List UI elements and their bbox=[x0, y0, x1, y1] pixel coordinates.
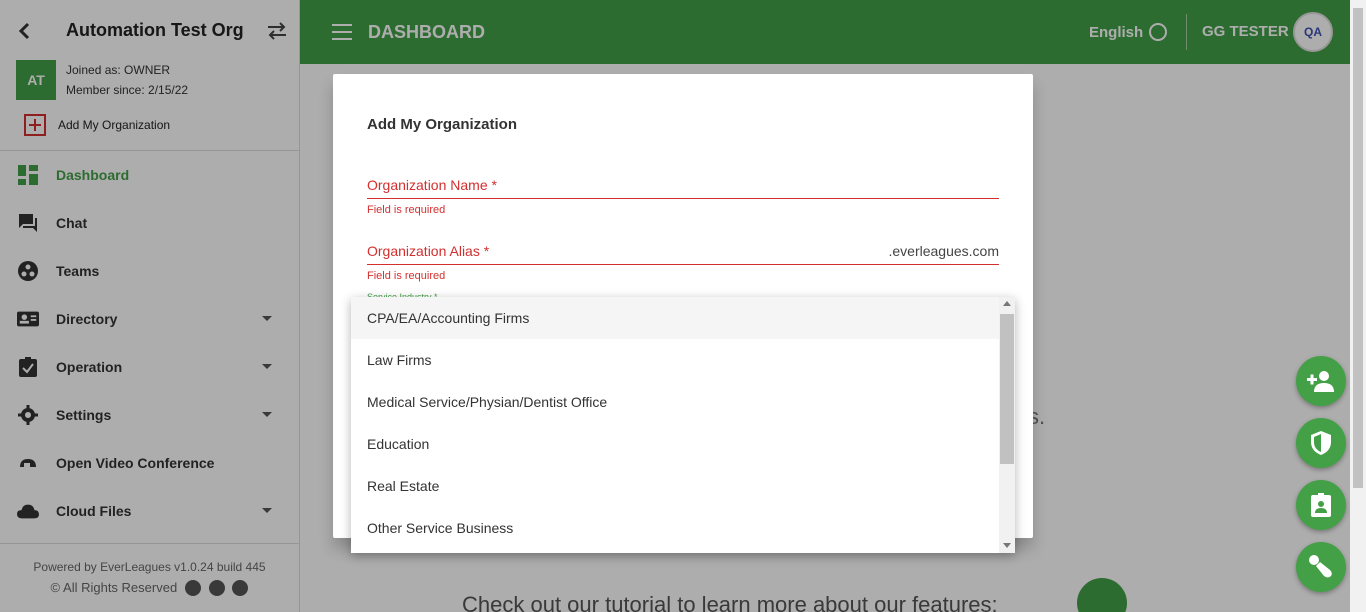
organization-alias-label: Organization Alias * bbox=[367, 243, 490, 259]
tools-button[interactable] bbox=[1296, 542, 1346, 592]
add-person-button[interactable] bbox=[1296, 356, 1346, 406]
dropdown-option[interactable]: CPA/EA/Accounting Firms bbox=[351, 297, 999, 339]
wrench-icon bbox=[1309, 555, 1332, 578]
scroll-up-icon[interactable] bbox=[1003, 301, 1011, 306]
contact-card-button[interactable] bbox=[1296, 480, 1346, 530]
dropdown-option[interactable]: Real Estate bbox=[351, 465, 999, 507]
page-scrollbar[interactable] bbox=[1350, 0, 1366, 612]
security-button[interactable] bbox=[1296, 418, 1346, 468]
dropdown-option[interactable]: Medical Service/Physian/Dentist Office bbox=[351, 381, 999, 423]
dropdown-option[interactable]: Other Service Business bbox=[351, 507, 999, 549]
add-person-icon bbox=[1307, 371, 1334, 392]
organization-alias-suffix: .everleagues.com bbox=[888, 243, 999, 259]
scroll-down-icon[interactable] bbox=[1003, 543, 1011, 548]
dropdown-option[interactable]: Law Firms bbox=[351, 339, 999, 381]
badge-icon bbox=[1311, 493, 1331, 517]
organization-alias-error: Field is required bbox=[367, 270, 446, 282]
service-industry-dropdown: CPA/EA/Accounting Firms Law Firms Medica… bbox=[351, 297, 1015, 553]
scrollbar-thumb[interactable] bbox=[1000, 314, 1014, 464]
organization-name-label: Organization Name * bbox=[367, 177, 497, 193]
shield-icon bbox=[1311, 431, 1331, 455]
organization-name-error: Field is required bbox=[367, 204, 446, 216]
organization-alias-field[interactable]: Organization Alias * .everleagues.com bbox=[367, 240, 999, 265]
dialog-title: Add My Organization bbox=[367, 116, 517, 133]
dropdown-scrollbar[interactable] bbox=[999, 297, 1015, 553]
organization-name-field[interactable]: Organization Name * bbox=[367, 174, 999, 199]
dropdown-option[interactable]: Education bbox=[351, 423, 999, 465]
